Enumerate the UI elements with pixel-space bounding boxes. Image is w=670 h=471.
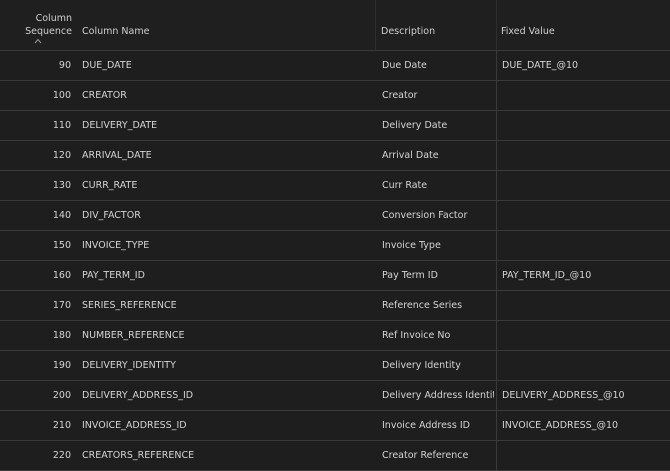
table-row[interactable]: 220 CREATORS_REFERENCE Creator Reference bbox=[0, 441, 670, 471]
table-row[interactable]: 170 SERIES_REFERENCE Reference Series bbox=[0, 291, 670, 321]
sequence-cell: 200 bbox=[52, 390, 71, 401]
cell-divider bbox=[496, 201, 497, 230]
sequence-cell: 170 bbox=[52, 300, 71, 311]
cell-divider bbox=[496, 441, 497, 470]
description-cell: Invoice Type bbox=[382, 240, 441, 251]
description-cell: Creator bbox=[382, 90, 418, 101]
description-cell: Invoice Address ID bbox=[382, 420, 470, 431]
description-header[interactable]: Description bbox=[381, 25, 435, 38]
column-name-cell: DIV_FACTOR bbox=[82, 210, 141, 221]
table-row[interactable]: 200 DELIVERY_ADDRESS_ID Delivery Address I… bbox=[0, 381, 670, 411]
fixed-value-cell[interactable]: DELIVERY_ADDRESS_@10 bbox=[502, 381, 670, 410]
fixed-value-cell[interactable] bbox=[502, 111, 670, 140]
description-cell: Delivery Date bbox=[382, 120, 448, 131]
description-cell: Conversion Factor bbox=[382, 210, 468, 221]
table-row[interactable]: 100 CREATOR Creator bbox=[0, 81, 670, 111]
table-row[interactable]: 130 CURR_RATE Curr Rate bbox=[0, 171, 670, 201]
cell-divider bbox=[496, 351, 497, 380]
fixed-value-cell[interactable] bbox=[502, 201, 670, 230]
sequence-cell: 120 bbox=[52, 150, 71, 161]
description-cell: Pay Term ID bbox=[382, 270, 438, 281]
fixed-value-cell[interactable] bbox=[502, 81, 670, 110]
cell-divider bbox=[496, 381, 497, 410]
cell-divider bbox=[496, 141, 497, 170]
cell-divider bbox=[496, 411, 497, 440]
cell-divider bbox=[496, 321, 497, 350]
cell-divider bbox=[496, 51, 497, 80]
sequence-cell: 150 bbox=[52, 240, 71, 251]
sequence-cell: 140 bbox=[52, 210, 71, 221]
fixed-value-cell[interactable]: DUE_DATE_@10 bbox=[502, 51, 670, 80]
fixed-value-cell[interactable] bbox=[502, 231, 670, 260]
column-name-cell: CREATORS_REFERENCE bbox=[82, 450, 195, 461]
fixed-value-cell[interactable] bbox=[502, 351, 670, 380]
fixed-value-cell[interactable]: PAY_TERM_ID_@10 bbox=[502, 261, 670, 290]
sequence-cell: 130 bbox=[52, 180, 71, 191]
grid-header: Column Sequence Column Name Description … bbox=[0, 0, 670, 51]
fixed-value-cell[interactable] bbox=[502, 141, 670, 170]
column-sequence-header-line1: Column bbox=[35, 13, 72, 24]
description-cell: Reference Series bbox=[382, 300, 463, 311]
column-name-cell: NUMBER_REFERENCE bbox=[82, 330, 185, 341]
fixed-value-cell[interactable] bbox=[502, 291, 670, 320]
fixed-value-cell[interactable] bbox=[502, 171, 670, 200]
fixed-value-cell[interactable] bbox=[502, 321, 670, 350]
column-sequence-header[interactable]: Column Sequence bbox=[10, 12, 72, 38]
table-row[interactable]: 180 NUMBER_REFERENCE Ref Invoice No bbox=[0, 321, 670, 351]
cell-divider bbox=[496, 291, 497, 320]
description-cell: Curr Rate bbox=[382, 180, 428, 191]
column-name-cell: CREATOR bbox=[82, 90, 127, 101]
description-cell: Arrival Date bbox=[382, 150, 439, 161]
sequence-cell: 220 bbox=[52, 450, 71, 461]
table-row[interactable]: 190 DELIVERY_IDENTITY Delivery Identity bbox=[0, 351, 670, 381]
column-sequence-header-line2: Sequence bbox=[25, 26, 72, 37]
column-name-cell: DELIVERY_DATE bbox=[82, 120, 158, 131]
table-row[interactable]: 210 INVOICE_ADDRESS_ID Invoice Address ID I… bbox=[0, 411, 670, 441]
table-row[interactable]: 160 PAY_TERM_ID Pay Term ID PAY_TERM_ID_@10 bbox=[0, 261, 670, 291]
sequence-cell: 160 bbox=[52, 270, 71, 281]
cell-divider bbox=[496, 231, 497, 260]
table-row[interactable]: 110 DELIVERY_DATE Delivery Date bbox=[0, 111, 670, 141]
sequence-cell: 90 bbox=[58, 60, 71, 71]
column-divider[interactable] bbox=[496, 0, 497, 50]
column-name-cell: DELIVERY_ADDRESS_ID bbox=[82, 390, 194, 401]
column-name-cell: DELIVERY_IDENTITY bbox=[82, 360, 176, 371]
column-name-cell: INVOICE_ADDRESS_ID bbox=[82, 420, 187, 431]
column-name-cell: SERIES_REFERENCE bbox=[82, 300, 177, 311]
table-row[interactable]: 120 ARRIVAL_DATE Arrival Date bbox=[0, 141, 670, 171]
fixed-value-cell[interactable]: INVOICE_ADDRESS_@10 bbox=[502, 411, 670, 440]
description-cell: Due Date bbox=[382, 60, 427, 71]
table-row[interactable]: 140 DIV_FACTOR Conversion Factor bbox=[0, 201, 670, 231]
description-cell: Ref Invoice No bbox=[382, 330, 451, 341]
description-cell: Creator Reference bbox=[382, 450, 469, 461]
column-name-cell: INVOICE_TYPE bbox=[82, 240, 150, 251]
cell-divider bbox=[496, 261, 497, 290]
column-divider[interactable] bbox=[375, 0, 376, 50]
column-name-cell: CURR_RATE bbox=[82, 180, 138, 191]
sequence-cell: 190 bbox=[52, 360, 71, 371]
cell-divider bbox=[496, 81, 497, 110]
cell-divider bbox=[496, 171, 497, 200]
sequence-cell: 180 bbox=[52, 330, 71, 341]
sequence-cell: 210 bbox=[52, 420, 71, 431]
description-cell: Delivery Identity bbox=[382, 360, 461, 371]
column-name-cell: ARRIVAL_DATE bbox=[82, 150, 152, 161]
sequence-cell: 100 bbox=[52, 90, 71, 101]
column-name-cell: DUE_DATE bbox=[82, 60, 132, 71]
table-row[interactable]: 150 INVOICE_TYPE Invoice Type bbox=[0, 231, 670, 261]
grid-body: 90 DUE_DATE Due Date DUE_DATE_@10 100 CREATOR… bbox=[0, 51, 670, 471]
sort-ascending-icon[interactable] bbox=[34, 38, 42, 44]
column-name-cell: PAY_TERM_ID bbox=[82, 270, 145, 281]
cell-divider bbox=[496, 111, 497, 140]
sequence-cell: 110 bbox=[52, 120, 71, 131]
fixed-value-header[interactable]: Fixed Value bbox=[501, 25, 555, 38]
fixed-value-cell[interactable] bbox=[502, 441, 670, 470]
description-cell: Delivery Address Identity bbox=[382, 390, 494, 401]
column-name-header[interactable]: Column Name bbox=[82, 25, 149, 38]
table-row[interactable]: 90 DUE_DATE Due Date DUE_DATE_@10 bbox=[0, 51, 670, 81]
columns-grid: Column Sequence Column Name Description … bbox=[0, 0, 670, 471]
